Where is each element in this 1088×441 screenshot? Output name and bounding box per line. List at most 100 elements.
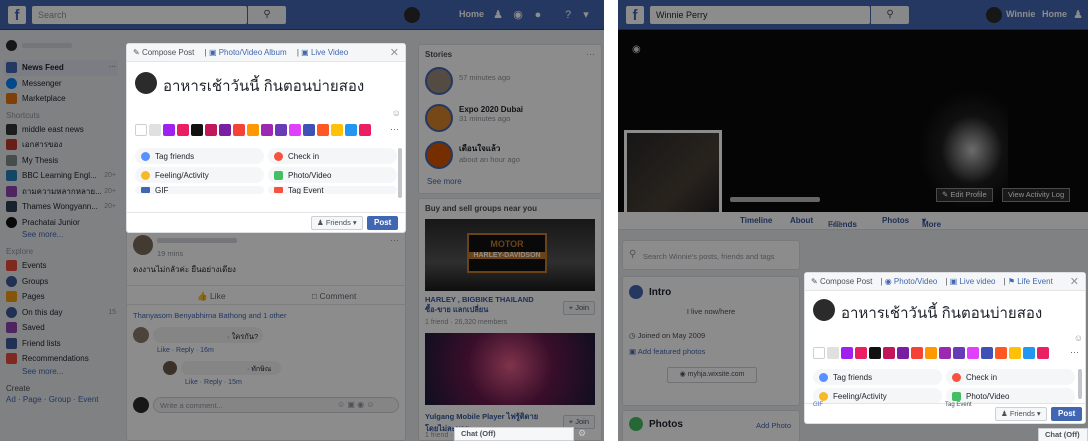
sidebar-shortcut[interactable]: My Thesis — [4, 153, 118, 169]
group-cover-image[interactable] — [425, 333, 595, 405]
feeling-activity-option[interactable]: Feeling/Activity — [135, 167, 264, 183]
post-text-input[interactable]: อาหารเช้าวันนี้ กินตอนบ่ายสอง — [841, 301, 1042, 325]
add-featured-link[interactable]: ▣ Add featured photos — [629, 347, 705, 356]
sidebar-item-marketplace[interactable]: Marketplace — [4, 91, 118, 107]
edit-profile-button[interactable]: ✎ Edit Profile — [936, 188, 993, 202]
search-button[interactable]: ⚲ — [248, 6, 286, 24]
background-color-swatch[interactable] — [841, 347, 853, 359]
sidebar-item-pages[interactable]: Pages — [4, 289, 118, 305]
background-color-swatch[interactable] — [827, 347, 839, 359]
background-color-swatch[interactable] — [1037, 347, 1049, 359]
join-group-button[interactable]: + Join — [562, 301, 595, 315]
post-text-input[interactable]: อาหารเช้าวันนี้ กินตอนบ่ายสอง — [163, 74, 364, 98]
user-avatar[interactable] — [404, 7, 420, 23]
options-scrollbar[interactable] — [1078, 369, 1082, 399]
background-color-swatch[interactable] — [995, 347, 1007, 359]
background-color-swatch[interactable] — [813, 347, 825, 359]
group-cover-image[interactable]: MOTOR HARLEY-DAVIDSON — [425, 219, 595, 291]
background-color-swatch[interactable] — [205, 124, 217, 136]
background-color-swatch[interactable] — [219, 124, 231, 136]
activity-log-button[interactable]: View Activity Log — [1002, 188, 1071, 202]
facebook-logo[interactable]: f — [8, 6, 26, 24]
audience-selector[interactable]: ♟ Friends ▾ — [311, 216, 363, 230]
tab-compose-post[interactable]: ✎ Compose Post — [811, 277, 876, 286]
notifications-icon[interactable]: ● — [530, 7, 546, 23]
home-link[interactable]: Home — [459, 9, 484, 19]
friend-requests-icon[interactable]: ♟ — [490, 7, 506, 23]
help-icon[interactable]: ? — [560, 7, 576, 23]
tab-more[interactable]: More ▾ — [922, 216, 941, 229]
see-more-link[interactable]: See more... — [22, 230, 118, 243]
home-link[interactable]: Home — [1042, 9, 1067, 19]
background-color-swatch[interactable] — [149, 124, 161, 136]
sidebar-item-messenger[interactable]: Messenger — [4, 76, 118, 92]
background-color-swatch[interactable] — [303, 124, 315, 136]
likes-summary[interactable]: Thanyasom Benyabhirna Bathong and 1 othe… — [133, 311, 286, 320]
background-color-swatch[interactable] — [897, 347, 909, 359]
tab-photo-video[interactable]: ◉ Photo/Video — [885, 277, 942, 286]
sidebar-shortcut[interactable]: Thames Wongyann... 20+ — [4, 199, 118, 215]
sidebar-profile[interactable] — [4, 36, 118, 54]
background-color-swatch[interactable] — [289, 124, 301, 136]
post-button[interactable]: Post — [1051, 407, 1083, 421]
settings-icon[interactable]: ⚙ — [578, 428, 586, 439]
gif-option[interactable]: GIF — [135, 186, 264, 194]
chevron-down-icon[interactable]: ▾ — [578, 7, 594, 23]
background-color-swatch[interactable] — [981, 347, 993, 359]
background-color-swatch[interactable] — [967, 347, 979, 359]
background-color-swatch[interactable] — [135, 124, 147, 136]
background-color-swatch[interactable] — [233, 124, 245, 136]
sidebar-item-recommendations[interactable]: Recommendations — [4, 351, 118, 367]
background-color-swatch[interactable] — [1009, 347, 1021, 359]
sidebar-item-groups[interactable]: Groups — [4, 274, 118, 290]
background-color-swatch[interactable] — [247, 124, 259, 136]
story-item[interactable]: 57 minutes ago — [419, 64, 601, 101]
reply-avatar[interactable] — [163, 361, 177, 375]
more-options-icon[interactable]: ··· — [390, 235, 399, 245]
close-icon[interactable]: ✕ — [1070, 275, 1079, 288]
audience-selector[interactable]: ♟ Friends ▾ — [995, 407, 1047, 421]
see-more-link[interactable]: See more — [419, 177, 601, 186]
sidebar-item-friend-lists[interactable]: Friend lists — [4, 336, 118, 352]
background-color-swatch[interactable] — [359, 124, 371, 136]
options-scrollbar[interactable] — [398, 148, 402, 198]
tab-photos[interactable]: Photos — [882, 216, 909, 225]
photo-video-option[interactable]: Photo/Video — [268, 167, 397, 183]
background-color-swatch[interactable] — [261, 124, 273, 136]
background-color-swatch[interactable] — [855, 347, 867, 359]
sidebar-item-events[interactable]: Events — [4, 258, 118, 274]
post-author-avatar[interactable] — [133, 235, 153, 255]
background-color-picker[interactable] — [813, 347, 1049, 359]
sidebar-item-saved[interactable]: Saved — [4, 320, 118, 336]
friend-requests-icon[interactable]: ♟ — [1070, 7, 1086, 23]
comment-button[interactable]: □ Comment — [312, 291, 356, 301]
create-links[interactable]: Ad · Page · Group · Event — [6, 395, 118, 404]
sidebar-shortcut[interactable]: ถามความหลากหลาย... 20+ — [4, 184, 118, 200]
search-button[interactable]: ⚲ — [871, 6, 909, 24]
search-input[interactable]: Search — [32, 6, 247, 24]
sidebar-shortcut[interactable]: middle east news — [4, 122, 118, 138]
sidebar-shortcut[interactable]: เอกสารของ — [4, 137, 118, 153]
tab-photo-video-album[interactable]: ▣ Photo/Video Album — [209, 48, 291, 57]
sidebar-shortcut[interactable]: Prachatai Junior — [4, 215, 118, 231]
camera-icon[interactable]: ◉ — [632, 44, 641, 55]
website-link[interactable]: ◉ myhja.wixsite.com — [667, 367, 757, 383]
background-color-swatch[interactable] — [883, 347, 895, 359]
background-color-swatch[interactable] — [317, 124, 329, 136]
background-color-swatch[interactable] — [939, 347, 951, 359]
background-color-swatch[interactable] — [911, 347, 923, 359]
post-button[interactable]: Post — [367, 216, 399, 230]
user-avatar[interactable] — [986, 7, 1002, 23]
profile-search[interactable]: ⚲ Search Winnie's posts, friends and tag… — [622, 240, 800, 270]
background-color-swatch[interactable] — [1023, 347, 1035, 359]
messenger-icon[interactable]: ◉ — [510, 7, 526, 23]
add-photo-link[interactable]: Add Photo — [756, 421, 791, 430]
group-name[interactable]: HARLEY , BIGBIKE THAILAND ซื้อ-ขาย แลกเป… — [425, 295, 543, 316]
sidebar-item-on-this-day[interactable]: On this day 15 — [4, 305, 118, 321]
tag-friends-option[interactable]: Tag friends — [813, 369, 942, 385]
background-color-swatch[interactable] — [925, 347, 937, 359]
profile-link[interactable]: Winnie — [1006, 9, 1035, 19]
background-color-swatch[interactable] — [275, 124, 287, 136]
reply-actions[interactable]: Like · Reply · 15m — [185, 379, 242, 386]
background-color-swatch[interactable] — [345, 124, 357, 136]
